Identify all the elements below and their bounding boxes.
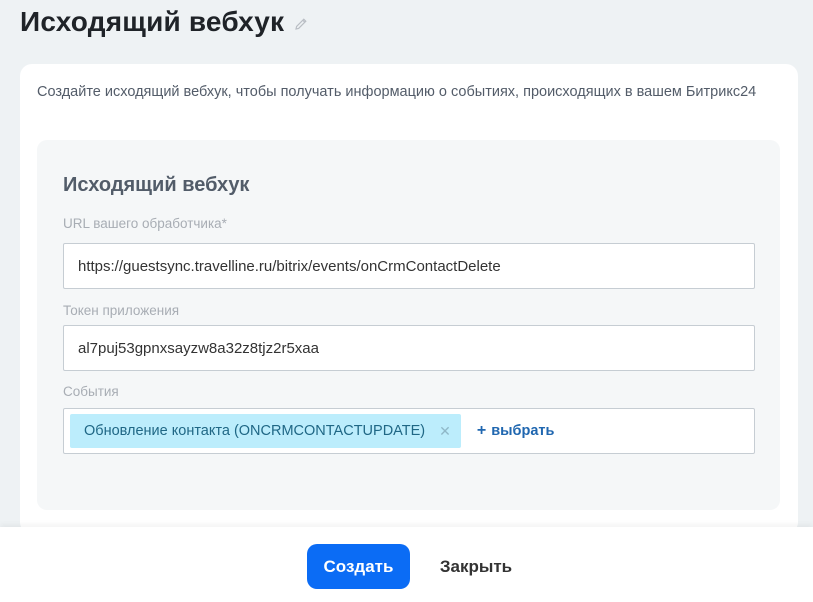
create-button[interactable]: Создать xyxy=(307,544,410,589)
select-label: выбрать xyxy=(491,423,555,439)
select-events-link[interactable]: + выбрать xyxy=(477,422,555,440)
page-header: Исходящий вебхук xyxy=(20,6,308,38)
events-label: События xyxy=(63,384,119,399)
token-input[interactable] xyxy=(63,325,755,371)
token-label: Токен приложения xyxy=(63,303,180,318)
event-tag[interactable]: Обновление контакта (ONCRMCONTACTUPDATE)… xyxy=(70,414,461,448)
pencil-icon[interactable] xyxy=(294,17,308,31)
form-title: Исходящий вебхук xyxy=(63,174,250,196)
page-title: Исходящий вебхук xyxy=(20,6,285,37)
footer-bar: Создать Закрыть xyxy=(0,527,813,602)
webhook-card: Создайте исходящий вебхук, чтобы получат… xyxy=(20,64,798,534)
url-input[interactable] xyxy=(63,243,755,289)
url-label: URL вашего обработчика* xyxy=(63,216,227,231)
card-description: Создайте исходящий вебхук, чтобы получат… xyxy=(37,84,757,100)
event-tag-label: Обновление контакта (ONCRMCONTACTUPDATE) xyxy=(84,423,426,439)
plus-icon: + xyxy=(476,422,487,439)
events-selector[interactable]: Обновление контакта (ONCRMCONTACTUPDATE)… xyxy=(63,408,755,454)
close-button[interactable]: Закрыть xyxy=(428,544,524,589)
webhook-form: Исходящий вебхук URL вашего обработчика*… xyxy=(37,140,780,510)
close-icon[interactable]: ✕ xyxy=(439,424,451,438)
